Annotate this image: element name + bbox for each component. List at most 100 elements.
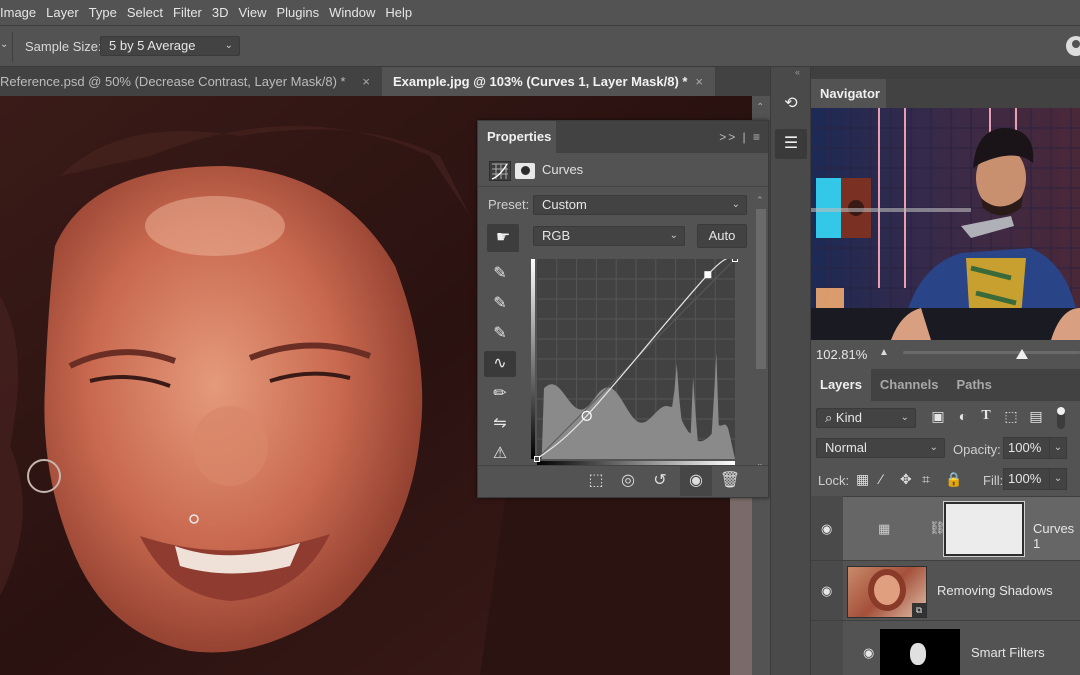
curves-adjustment-icon[interactable] (489, 161, 511, 181)
gray-point-eyedropper-icon[interactable]: ✎ (484, 291, 516, 317)
layer-visibility-eye-icon[interactable]: ◉ (821, 583, 832, 599)
history-panel-icon[interactable]: ⟲ (775, 89, 807, 119)
tab-layers[interactable]: Layers (811, 369, 871, 401)
filter-pixel-layers-icon[interactable]: ▣ (928, 408, 948, 425)
navigator-zoom-slider[interactable] (903, 351, 1080, 354)
lock-label: Lock: (818, 473, 850, 488)
layer-row-removing-shadows[interactable]: ◉ ⧉ Removing Shadows (811, 560, 1080, 620)
opacity-dropdown-chevron-icon[interactable]: ⌄ (1049, 437, 1067, 459)
tab-paths[interactable]: Paths (947, 369, 1000, 401)
properties-panel: Properties >> | ≡ Curves Preset: Custom … (477, 120, 769, 498)
collapse-panels-icon[interactable]: « (795, 67, 800, 77)
panel-menu-icon[interactable]: >> | ≡ (719, 130, 762, 144)
lock-position-move-icon[interactable]: ✥ (900, 471, 912, 488)
fill-input[interactable]: 100% (1003, 468, 1051, 490)
menu-select[interactable]: Select (122, 0, 168, 26)
adjustments-panel-icon[interactable]: ☰ (775, 129, 807, 159)
adjustment-title: Curves (542, 162, 584, 177)
smart-filters-visibility-eye-icon[interactable]: ◉ (863, 645, 874, 661)
fill-label: Fill: (983, 473, 1004, 488)
close-icon[interactable]: × (695, 67, 703, 96)
curve-control-point[interactable] (704, 271, 712, 279)
search-icon: ⌕ (825, 410, 836, 425)
tool-preset-chevron-icon[interactable]: ⌄ (0, 39, 8, 50)
navigator-panel: Navigator 102.81% ▲ (811, 79, 1080, 369)
lock-artboard-icon[interactable]: ⌗ (922, 471, 930, 488)
white-point-eyedropper-icon[interactable]: ✎ (484, 321, 516, 347)
menu-type[interactable]: Type (84, 0, 122, 26)
blend-mode-select[interactable]: Normal ⌄ (816, 438, 945, 458)
curve-control-point[interactable] (732, 256, 738, 262)
auto-button[interactable]: Auto (697, 224, 747, 248)
filter-adjustment-layers-icon[interactable]: ◐ (953, 408, 973, 424)
scroll-up-icon[interactable]: ⌃ (756, 102, 764, 113)
output-gradient-bar (531, 259, 535, 459)
navigator-zoom-value[interactable]: 102.81% (816, 347, 867, 362)
layer-name[interactable]: Removing Shadows (937, 583, 1053, 598)
channel-select[interactable]: RGB ⌄ (533, 226, 685, 246)
menu-layer[interactable]: Layer (41, 0, 84, 26)
sample-size-select[interactable]: 5 by 5 Average ⌄ (100, 36, 240, 56)
layer-mask-thumbnail[interactable] (943, 501, 1025, 557)
layer-mask-icon[interactable] (515, 163, 535, 179)
layer-filter-kind-select[interactable]: ⌕ Kind ⌄ (816, 408, 916, 428)
curve-control-point[interactable] (534, 456, 540, 462)
smart-filter-mask-thumbnail[interactable] (880, 629, 960, 675)
curve-point-edit-icon[interactable]: ∿ (484, 351, 516, 377)
menu-view[interactable]: View (234, 0, 272, 26)
lock-transparent-pixels-icon[interactable]: ▦ (856, 471, 869, 488)
sample-size-value: 5 by 5 Average (109, 38, 196, 53)
menu-3d[interactable]: 3D (207, 0, 234, 26)
filter-smart-objects-icon[interactable]: ▤ (1026, 408, 1046, 425)
scroll-up-icon[interactable]: ⌃ (756, 195, 764, 206)
doc-tab-example[interactable]: Example.jpg @ 103% (Curves 1, Layer Mask… (382, 67, 715, 96)
fill-dropdown-chevron-icon[interactable]: ⌄ (1049, 468, 1067, 490)
menu-filter[interactable]: Filter (168, 0, 207, 26)
curves-graph[interactable] (531, 256, 741, 467)
filter-kind-value: Kind (835, 410, 862, 425)
delete-adjustment-trash-icon[interactable]: 🗑 (714, 466, 746, 496)
menu-window[interactable]: Window (324, 0, 380, 26)
layer-visibility-eye-icon[interactable]: ◉ (821, 521, 832, 537)
lock-all-padlock-icon[interactable]: 🔒 (945, 471, 962, 488)
reset-adjustment-icon[interactable]: ↺ (644, 466, 676, 496)
layer-filter-toggle[interactable] (1057, 407, 1065, 429)
menu-plugins[interactable]: Plugins (271, 0, 324, 26)
smart-object-badge-icon: ⧉ (912, 603, 926, 617)
channel-value: RGB (542, 228, 571, 243)
preset-select[interactable]: Custom ⌄ (533, 195, 747, 215)
clip-to-layer-icon[interactable]: ⬚ (580, 466, 612, 496)
smooth-curve-icon[interactable]: ⇋ (484, 411, 516, 437)
layer-name[interactable]: Smart Filters (971, 645, 1045, 660)
user-account-icon[interactable] (1066, 36, 1080, 56)
doc-tab-label: Example.jpg @ 103% (Curves 1, Layer Mask… (393, 74, 688, 89)
menu-image[interactable]: Image (0, 0, 41, 26)
filter-type-layers-icon[interactable]: T (976, 408, 996, 424)
tab-properties[interactable]: Properties (478, 121, 556, 153)
scrollbar-thumb[interactable] (756, 209, 766, 369)
panel-dock-header (770, 67, 1080, 79)
close-icon[interactable]: × (362, 67, 370, 96)
preset-value: Custom (542, 197, 587, 212)
chevron-down-icon: ⌄ (900, 412, 909, 423)
layer-row-curves[interactable]: ◉ ▦ ⛓ Curves 1 (821, 496, 1080, 560)
clipping-warning-icon[interactable]: ⚠ (484, 441, 516, 467)
zoom-out-mountain-icon[interactable]: ▲ (879, 347, 889, 358)
toggle-visibility-eye-icon[interactable]: ◉ (680, 466, 712, 496)
targeted-adjustment-hand-icon[interactable]: ☛ (487, 224, 519, 252)
menu-help[interactable]: Help (380, 0, 417, 26)
layer-row-smart-filters[interactable]: ◉ Smart Filters (811, 620, 1080, 675)
tab-channels[interactable]: Channels (871, 369, 948, 401)
filter-shape-layers-icon[interactable]: ⬚ (1001, 408, 1021, 425)
navigator-zoom-slider-handle[interactable] (1015, 349, 1028, 359)
pencil-draw-icon[interactable]: ✏ (484, 381, 516, 407)
lock-image-pixels-brush-icon[interactable]: ∕ (880, 471, 882, 487)
view-previous-state-icon[interactable]: ◎ (612, 466, 644, 496)
properties-scrollbar[interactable]: ⌃ ⌄ (754, 195, 768, 469)
opacity-input[interactable]: 100% (1003, 437, 1051, 459)
black-point-eyedropper-icon[interactable]: ✎ (484, 261, 516, 287)
navigator-preview[interactable] (811, 108, 1080, 340)
doc-tab-reference[interactable]: Reference.psd @ 50% (Decrease Contrast, … (0, 67, 382, 96)
tab-navigator[interactable]: Navigator (811, 79, 886, 108)
layer-name[interactable]: Curves 1 (1033, 521, 1080, 551)
